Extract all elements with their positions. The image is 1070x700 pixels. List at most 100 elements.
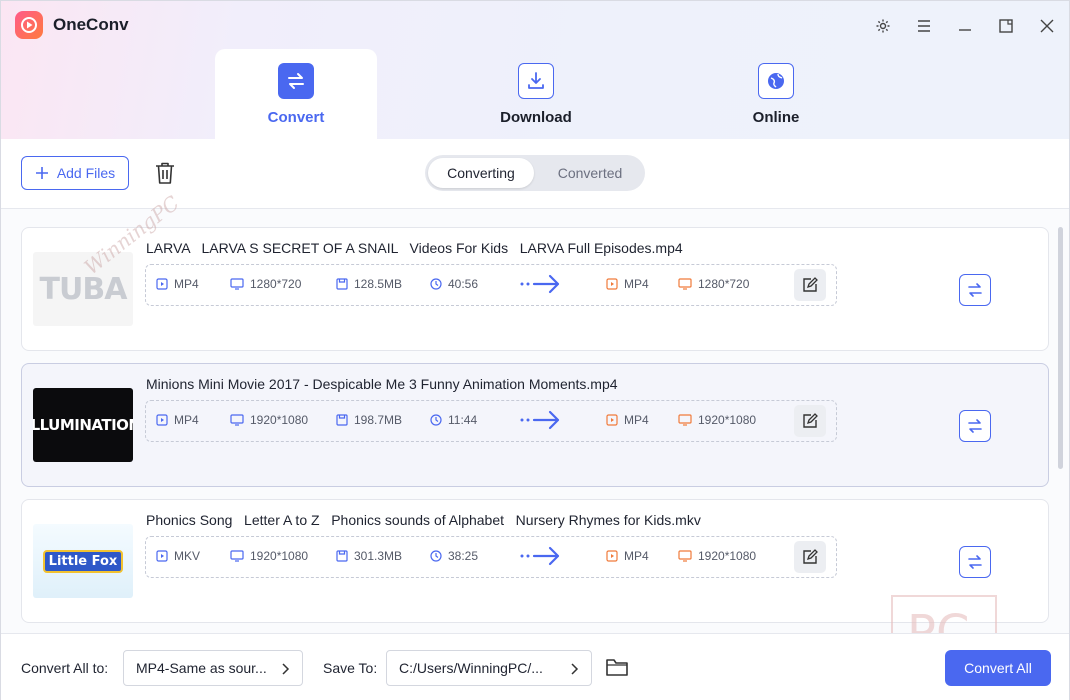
trash-icon[interactable]: [152, 160, 178, 186]
save-disk-icon: [336, 414, 348, 426]
edit-icon: [803, 277, 818, 292]
convert-all-button[interactable]: Convert All: [945, 650, 1051, 686]
tab-label: Download: [500, 109, 572, 126]
edit-settings-button[interactable]: [794, 541, 826, 573]
video-file-icon: [606, 414, 618, 426]
source-duration: 38:25: [430, 549, 478, 563]
monitor-icon: [230, 278, 244, 290]
convert-file-button[interactable]: [959, 410, 991, 442]
convert-icon: [968, 555, 982, 569]
source-format: MP4: [156, 277, 199, 291]
footer: Convert All to: MP4-Same as sour... Save…: [1, 633, 1069, 700]
video-file-icon: [156, 278, 168, 290]
convert-file-button[interactable]: [959, 546, 991, 578]
arrow-right-icon: [520, 546, 560, 566]
source-resolution: 1920*1080: [230, 413, 308, 427]
chevron-right-icon: [571, 663, 579, 675]
tab-label: Online: [752, 109, 800, 126]
settings-icon[interactable]: [870, 13, 896, 39]
clock-icon: [430, 414, 442, 426]
maximize-icon[interactable]: [993, 13, 1019, 39]
file-meta: MKV 1920*1080 301.3MB 38:25 MP4 1920*108…: [145, 536, 837, 578]
thumbnail-label: Little Fox: [42, 549, 124, 573]
tab-download[interactable]: Download: [455, 49, 617, 139]
download-icon: [518, 63, 554, 99]
source-size: 198.7MB: [336, 413, 402, 427]
source-duration: 11:44: [430, 413, 477, 427]
save-to-label: Save To:: [323, 660, 378, 676]
arrow-right-icon: [520, 410, 560, 430]
monitor-icon: [678, 278, 692, 290]
tab-converted[interactable]: Converted: [537, 158, 643, 188]
header: OneConv Convert Download Online: [1, 1, 1069, 139]
source-resolution: 1920*1080: [230, 549, 308, 563]
tab-converting[interactable]: Converting: [428, 158, 534, 188]
minimize-icon[interactable]: [952, 13, 978, 39]
tab-label: Convert: [267, 109, 325, 126]
convert-icon: [968, 419, 982, 433]
save-disk-icon: [336, 278, 348, 290]
source-resolution: 1280*720: [230, 277, 301, 291]
monitor-icon: [230, 414, 244, 426]
source-size: 128.5MB: [336, 277, 402, 291]
file-list: TUBA LARVA LARVA S SECRET OF A SNAIL Vid…: [1, 209, 1069, 633]
file-name: LARVA LARVA S SECRET OF A SNAIL Videos F…: [146, 240, 683, 256]
status-segmented-control: Converting Converted: [425, 155, 645, 191]
target-format: MP4: [606, 277, 649, 291]
file-name: Phonics Song Letter A to Z Phonics sound…: [146, 512, 701, 528]
video-file-icon: [156, 414, 168, 426]
convert-all-to-label: Convert All to:: [21, 660, 109, 676]
edit-settings-button[interactable]: [794, 269, 826, 301]
save-disk-icon: [336, 550, 348, 562]
video-file-icon: [156, 550, 168, 562]
source-size: 301.3MB: [336, 549, 402, 563]
source-format: MP4: [156, 413, 199, 427]
add-files-label: Add Files: [56, 165, 116, 181]
video-thumbnail: Little Fox: [33, 524, 133, 598]
save-path-select[interactable]: C:/Users/WinningPC/...: [386, 650, 592, 686]
source-format: MKV: [156, 549, 200, 563]
source-duration: 40:56: [430, 277, 478, 291]
convert-file-button[interactable]: [959, 274, 991, 306]
file-meta: MP4 1920*1080 198.7MB 11:44 MP4 1920*108…: [145, 400, 837, 442]
file-meta: MP4 1280*720 128.5MB 40:56 MP4 1280*720: [145, 264, 837, 306]
edit-settings-button[interactable]: [794, 405, 826, 437]
add-files-button[interactable]: Add Files: [21, 156, 129, 190]
clock-icon: [430, 278, 442, 290]
monitor-icon: [230, 550, 244, 562]
globe-icon: [758, 63, 794, 99]
monitor-icon: [678, 414, 692, 426]
app-title: OneConv: [53, 15, 129, 34]
convert-icon: [278, 63, 314, 99]
app-window: OneConv Convert Download Online Add File…: [0, 0, 1070, 700]
arrow-right-icon: [520, 274, 560, 294]
file-item[interactable]: TUBA LARVA LARVA S SECRET OF A SNAIL Vid…: [21, 227, 1049, 351]
list-scrollbar[interactable]: [1058, 227, 1063, 469]
convert-icon: [968, 283, 982, 297]
clock-icon: [430, 550, 442, 562]
folder-icon[interactable]: [605, 656, 629, 683]
chevron-right-icon: [282, 663, 290, 675]
app-logo-icon: [15, 11, 43, 39]
target-resolution: 1280*720: [678, 277, 749, 291]
tab-online[interactable]: Online: [695, 49, 857, 139]
target-format: MP4: [606, 413, 649, 427]
menu-icon[interactable]: [911, 13, 937, 39]
tab-convert[interactable]: Convert: [215, 49, 377, 139]
target-resolution: 1920*1080: [678, 413, 756, 427]
target-resolution: 1920*1080: [678, 549, 756, 563]
edit-icon: [803, 413, 818, 428]
plus-icon: [35, 167, 48, 179]
video-file-icon: [606, 550, 618, 562]
file-item[interactable]: ILLUMINATION Minions Mini Movie 2017 - D…: [21, 363, 1049, 487]
video-file-icon: [606, 278, 618, 290]
close-icon[interactable]: [1034, 13, 1060, 39]
target-format: MP4: [606, 549, 649, 563]
monitor-icon: [678, 550, 692, 562]
edit-icon: [803, 549, 818, 564]
thumbnail-label: ILLUMINATION: [33, 416, 133, 434]
video-thumbnail: ILLUMINATION: [33, 388, 133, 462]
output-format-select[interactable]: MP4-Same as sour...: [123, 650, 303, 686]
file-name: Minions Mini Movie 2017 - Despicable Me …: [146, 376, 618, 392]
thumbnail-label: TUBA: [39, 271, 128, 307]
